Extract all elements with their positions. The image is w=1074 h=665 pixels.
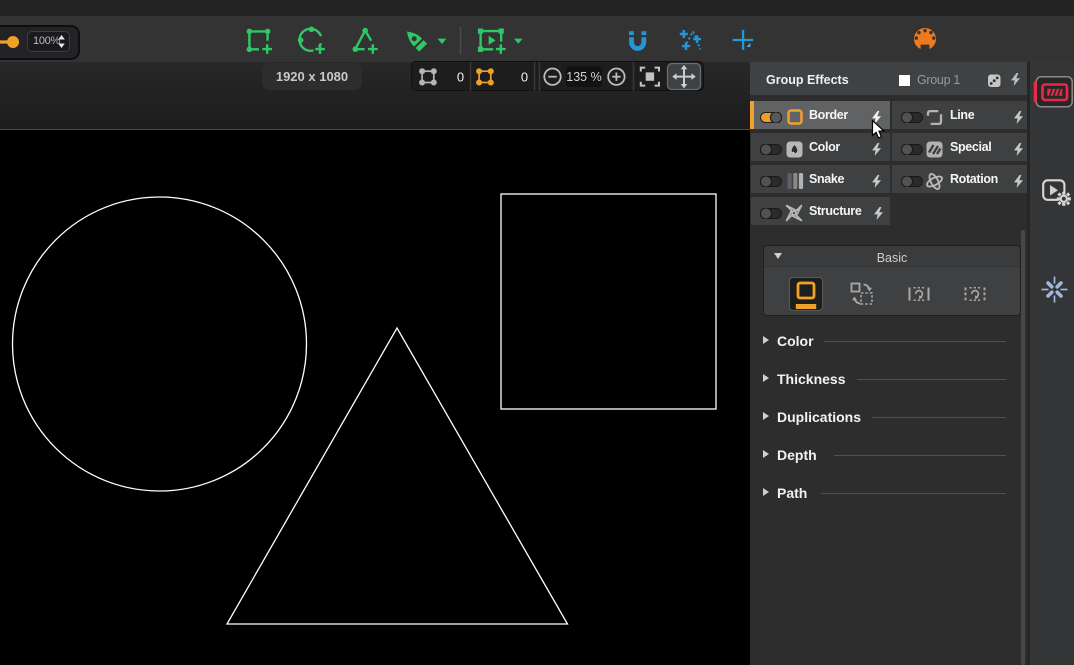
- svg-text:0: 0: [457, 70, 464, 85]
- svg-text:0: 0: [521, 70, 528, 85]
- svg-text:135 %: 135 %: [566, 70, 601, 84]
